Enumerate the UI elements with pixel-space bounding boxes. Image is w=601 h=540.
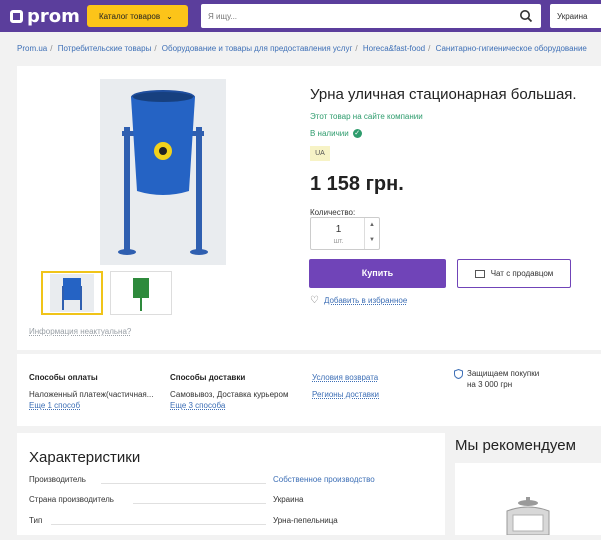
product-title: Урна уличная стационарная большая.: [310, 86, 577, 103]
quantity-stepper[interactable]: 1 шт. ▲ ▼: [310, 217, 380, 250]
breadcrumb-item[interactable]: Санитарно-гигиеническое оборудование: [436, 44, 587, 53]
spec-key: Тип: [29, 516, 43, 525]
spec-value: Украина: [273, 495, 304, 504]
spec-row: Тип Урна-пепельница: [29, 516, 437, 528]
chat-label: Чат с продавцом: [490, 269, 554, 278]
payment-more-link[interactable]: Еще 1 способ: [29, 401, 80, 410]
delivery-title: Способы доставки: [170, 373, 246, 382]
return-conditions-link[interactable]: Условия возврата: [312, 373, 378, 382]
check-icon: ✓: [352, 129, 362, 138]
spec-key: Страна производитель: [29, 495, 114, 504]
spec-value[interactable]: Собственное производство: [273, 475, 375, 484]
recommend-title: Мы рекомендуем: [455, 437, 576, 454]
add-favorite-link[interactable]: ♡ Добавить в избранное: [310, 295, 407, 306]
breadcrumb-item[interactable]: Horeca&fast-food: [363, 44, 425, 53]
chevron-up-icon[interactable]: ▲: [365, 218, 379, 233]
spec-key: Производитель: [29, 475, 86, 484]
delivery-more-link[interactable]: Еще 3 способа: [170, 401, 225, 410]
country-badge: UA: [310, 146, 330, 161]
info-outdated-link[interactable]: Информация неактуальна?: [29, 327, 131, 336]
protection-line1: Защищаем покупки: [467, 369, 540, 378]
thumbnail-green[interactable]: [110, 271, 172, 315]
chat-icon: [474, 269, 485, 278]
chat-seller-button[interactable]: Чат с продавцом: [457, 259, 571, 288]
thumbnail-blue[interactable]: [41, 271, 103, 315]
delivery-regions-link[interactable]: Регионы доставки: [312, 390, 379, 399]
top-header: prom Каталог товаров ⌄ Украина: [0, 0, 601, 32]
specifications-panel: Характеристики Производитель Собственное…: [17, 433, 445, 535]
product-price: 1 158 грн.: [310, 173, 404, 195]
logo-text: prom: [27, 5, 80, 27]
product-image[interactable]: [100, 79, 226, 265]
stock-status: В наличии ✓: [310, 129, 362, 138]
recommended-product-card[interactable]: [455, 463, 601, 536]
specs-title: Характеристики: [29, 449, 141, 466]
product-card: Информация неактуальна? Урна уличная ста…: [17, 66, 601, 350]
quantity-value[interactable]: 1: [311, 224, 366, 235]
protection-line2: на 3 000 грн: [467, 380, 513, 389]
favorite-label: Добавить в избранное: [323, 296, 408, 305]
thumbnail-image: [119, 274, 163, 312]
chevron-down-icon[interactable]: ▼: [365, 233, 379, 248]
spec-row: Производитель Собственное производство: [29, 475, 437, 487]
quantity-label: Количество:: [310, 208, 356, 217]
payment-title: Способы оплаты: [29, 373, 98, 382]
recommended-product-image: [506, 497, 550, 536]
shield-icon: [454, 369, 463, 379]
breadcrumb: Prom.ua / Потребительские товары / Оборудо…: [17, 44, 587, 53]
buy-button[interactable]: Купить: [309, 259, 446, 288]
breadcrumb-item[interactable]: Prom.ua: [17, 44, 47, 53]
search-box: [201, 4, 541, 28]
quantity-unit: шт.: [333, 238, 344, 245]
logo-mark-icon: [10, 9, 23, 23]
catalog-button[interactable]: Каталог товаров ⌄: [87, 5, 188, 27]
chevron-down-icon: ⌄: [166, 11, 173, 21]
search-icon[interactable]: [519, 9, 533, 23]
breadcrumb-item[interactable]: Потребительские товары: [58, 44, 152, 53]
delivery-payment-strip: Способы оплаты Наложенный платеж(частичн…: [17, 354, 601, 426]
catalog-label: Каталог товаров: [99, 11, 161, 21]
region-selector[interactable]: Украина: [550, 4, 601, 28]
prom-logo[interactable]: prom: [10, 5, 80, 27]
bin-illustration: [100, 79, 226, 265]
search-input[interactable]: [208, 11, 508, 21]
heart-icon: ♡: [310, 295, 319, 306]
quantity-arrows: ▲ ▼: [364, 218, 379, 249]
spec-value: Урна-пепельница: [273, 516, 338, 525]
thumbnail-image: [50, 274, 94, 312]
stock-label: В наличии: [310, 129, 349, 138]
breadcrumb-item[interactable]: Оборудование и товары для предоставления…: [162, 44, 353, 53]
spec-row: Страна производитель Украина: [29, 495, 437, 507]
seller-site-link[interactable]: Этот товар на сайте компании: [310, 112, 423, 121]
payment-text: Наложенный платеж(частичная...: [29, 390, 154, 399]
recommend-section: Мы рекомендуем: [455, 433, 601, 536]
delivery-text: Самовывоз, Доставка курьером: [170, 390, 289, 399]
